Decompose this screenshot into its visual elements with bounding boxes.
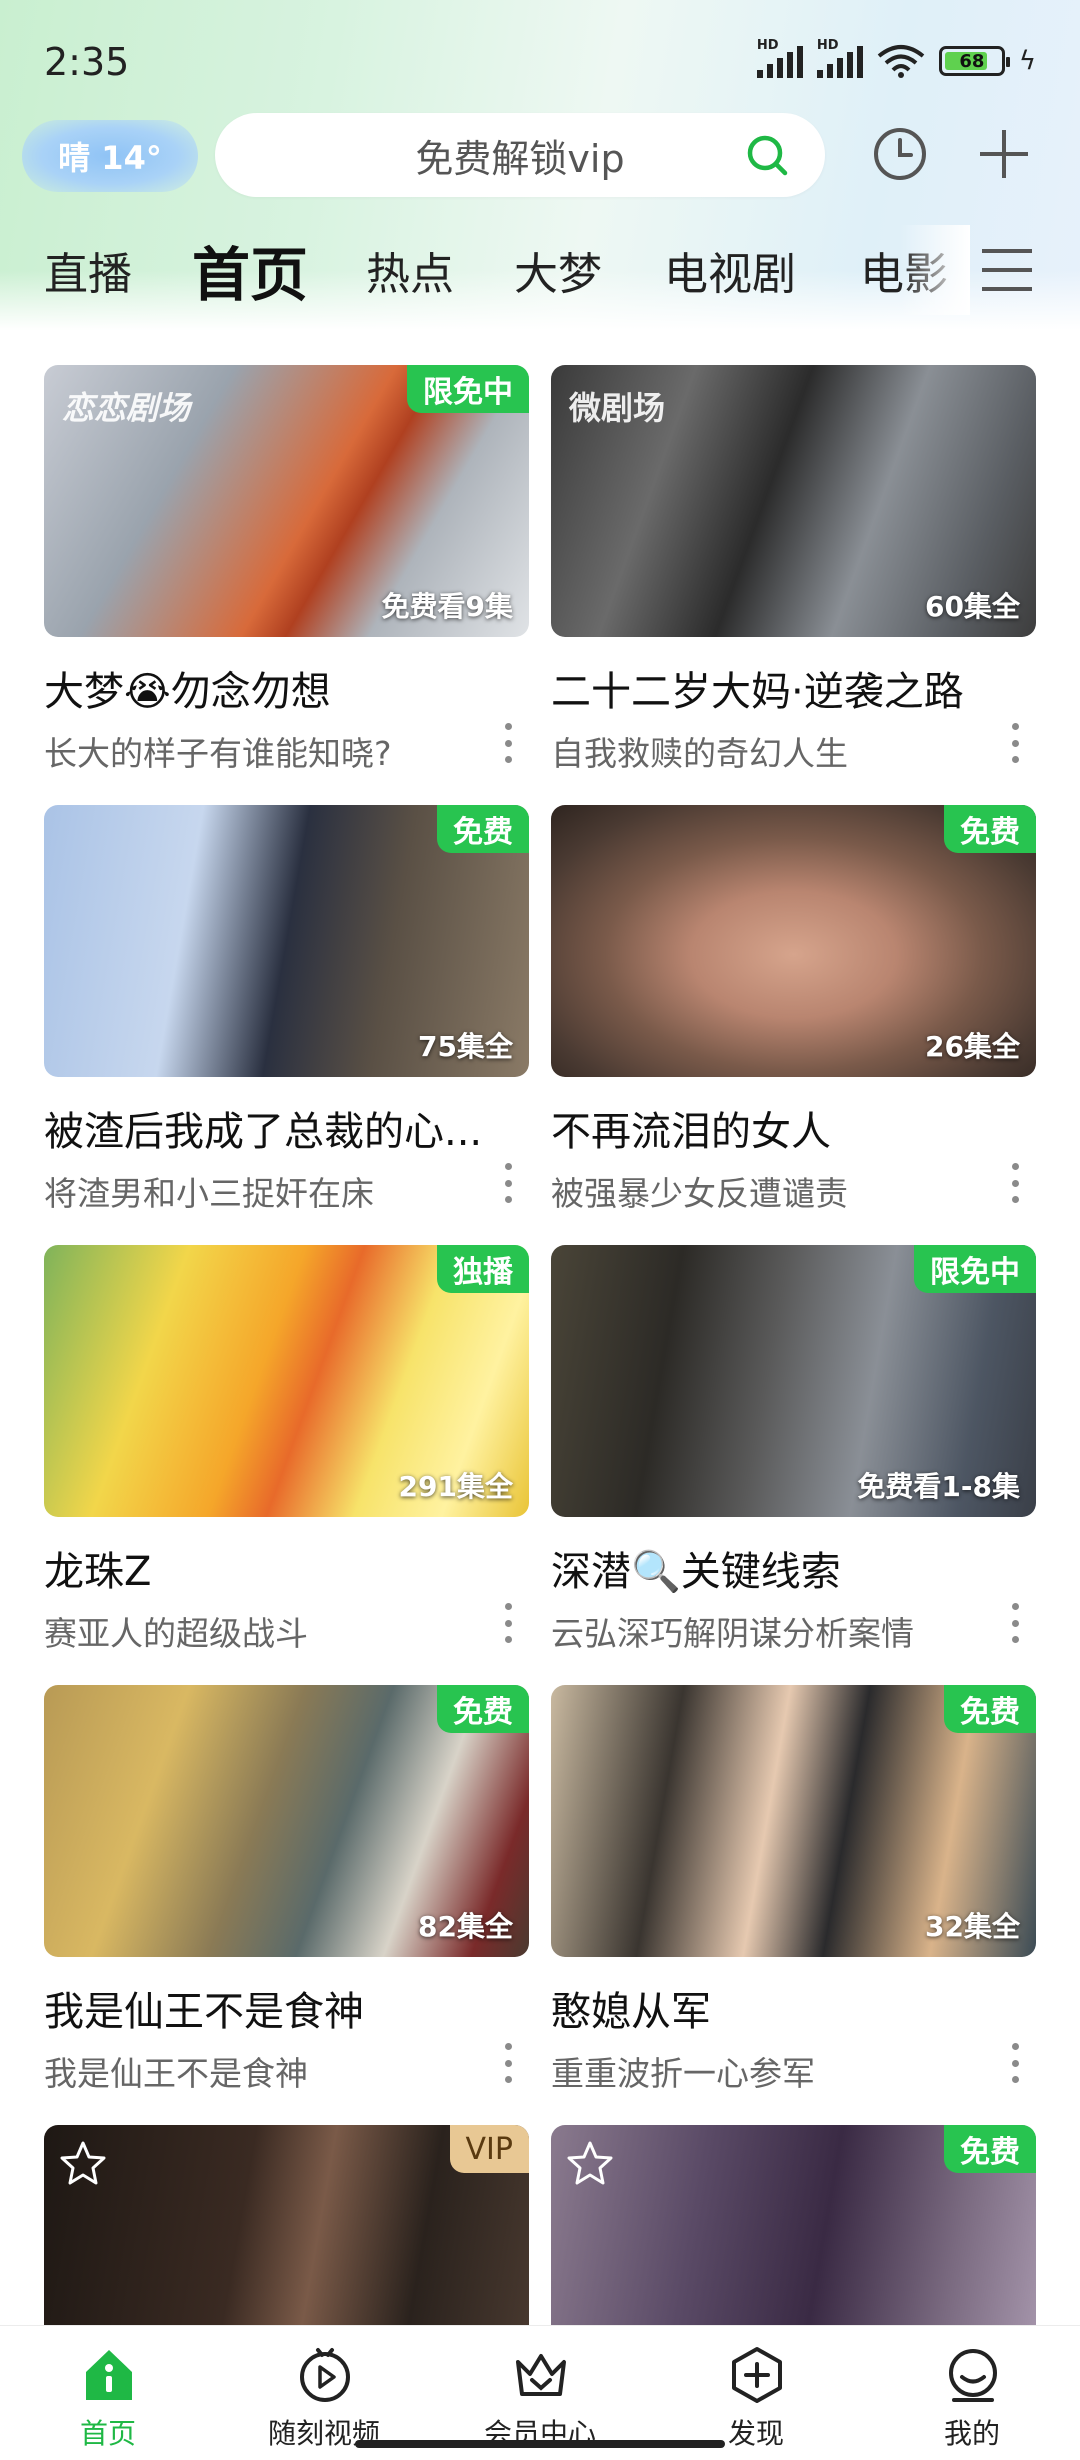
search-bar[interactable]: 免费解锁vip (215, 113, 825, 197)
video-title[interactable]: 二十二岁大妈·逆袭之路 (551, 659, 1011, 717)
episode-count: 82集全 (418, 1910, 513, 1943)
video-subtitle: 自我救赎的奇幻人生 (551, 734, 848, 773)
thumbnail-watermark: 微剧场 (569, 389, 666, 427)
status-badge: 免费 (944, 1685, 1036, 1733)
tab-hot[interactable]: 热点 (366, 225, 454, 315)
battery-icon: 68 (938, 46, 1010, 76)
video-thumbnail[interactable]: 独播 291集全 (44, 1245, 529, 1517)
status-badge: 限免中 (914, 1245, 1036, 1293)
vip-badge: VIP (449, 2125, 529, 2173)
video-thumbnail[interactable]: 限免中 免费看1-8集 (551, 1245, 1036, 1517)
episode-count: 免费看9集 (381, 590, 513, 623)
video-thumbnail[interactable]: 免费 75集全 (44, 805, 529, 1077)
nav-label: 我的 (943, 2417, 1000, 2450)
channel-menu-icon[interactable] (978, 245, 1036, 295)
video-title[interactable]: 憨媳从军 (551, 1979, 1011, 2037)
more-options-icon[interactable] (503, 723, 513, 763)
status-bar: 2:35 HD HD 68 ϟ (0, 0, 1080, 130)
video-title[interactable]: 大梦😭勿念勿想 (44, 659, 504, 717)
video-card[interactable]: 限免中 免费看1-8集 深潜🔍关键线索 云弘深巧解阴谋分析案情 (551, 1245, 1036, 1655)
search-icon[interactable] (745, 133, 789, 177)
video-title[interactable]: 我是仙王不是食神 (44, 1979, 504, 2037)
thumbnail-watermark: 恋恋剧场 (62, 389, 191, 427)
status-badge: 限免中 (407, 365, 529, 413)
video-thumbnail[interactable]: 恋恋剧场 限免中 免费看9集 (44, 365, 529, 637)
tab-live[interactable]: 直播 (44, 225, 132, 315)
more-options-icon[interactable] (503, 1603, 513, 1643)
signal-icon: HD (756, 38, 803, 78)
home-indicator (355, 2440, 725, 2448)
history-clock-icon[interactable] (872, 126, 928, 182)
video-subtitle: 将渣男和小三捉奸在床 (44, 1174, 374, 1213)
episode-count: 32集全 (925, 1910, 1020, 1943)
status-badge: 免费 (944, 2125, 1036, 2173)
video-title[interactable]: 龙珠Z (44, 1539, 504, 1597)
episode-count: 26集全 (925, 1030, 1020, 1063)
episode-count: 免费看1-8集 (857, 1470, 1020, 1503)
video-card[interactable]: 独播 291集全 龙珠Z 赛亚人的超级战斗 (44, 1245, 529, 1655)
profile-icon (949, 2349, 997, 2402)
video-card[interactable]: 免费 26集全 不再流泪的女人 被强暴少女反遭谴责 (551, 805, 1036, 1215)
video-card[interactable]: 恋恋剧场 限免中 免费看9集 大梦😭勿念勿想 长大的样子有谁能知晓? (44, 365, 529, 775)
category-tabs: 直播 首页 热点 大梦 电视剧 电影 (0, 225, 1080, 315)
tab-dream[interactable]: 大梦 (514, 225, 602, 315)
video-card[interactable]: 微剧场 60集全 二十二岁大妈·逆袭之路 自我救赎的奇幻人生 (551, 365, 1036, 775)
play-circle-icon (300, 2348, 350, 2402)
video-title[interactable]: 不再流泪的女人 (551, 1099, 1011, 1157)
status-badge: 独播 (437, 1245, 529, 1293)
more-options-icon[interactable] (503, 1163, 513, 1203)
signal-icon-2: HD (816, 38, 863, 78)
video-title[interactable]: 被渣后我成了总裁的心... (44, 1099, 504, 1157)
nav-profile[interactable]: 我的 (864, 2326, 1080, 2460)
favorite-star-icon[interactable] (565, 2139, 615, 2189)
video-card[interactable]: 免费 82集全 我是仙王不是食神 我是仙王不是食神 (44, 1685, 529, 2095)
video-thumbnail[interactable]: 免费 82集全 (44, 1685, 529, 1957)
video-thumbnail[interactable]: 微剧场 60集全 (551, 365, 1036, 637)
tab-home[interactable]: 首页 (192, 225, 308, 315)
home-icon (86, 2350, 132, 2400)
video-subtitle: 赛亚人的超级战斗 (44, 1614, 308, 1653)
episode-count: 291集全 (398, 1470, 513, 1503)
video-subtitle: 长大的样子有谁能知晓? (44, 734, 392, 773)
video-subtitle: 云弘深巧解阴谋分析案情 (551, 1614, 914, 1653)
nav-label: 首页 (79, 2417, 136, 2450)
add-plus-icon[interactable] (976, 126, 1032, 182)
video-subtitle: 我是仙王不是食神 (44, 2054, 308, 2093)
video-card[interactable]: 免费 32集全 憨媳从军 重重波折一心参军 (551, 1685, 1036, 2095)
favorite-star-icon[interactable] (58, 2139, 108, 2189)
video-card[interactable]: 免费 75集全 被渣后我成了总裁的心... 将渣男和小三捉奸在床 (44, 805, 529, 1215)
more-options-icon[interactable] (503, 2043, 513, 2083)
status-badge: 免费 (944, 805, 1036, 853)
video-thumbnail[interactable]: 免费 32集全 (551, 1685, 1036, 1957)
more-options-icon[interactable] (1010, 1603, 1020, 1643)
nav-home[interactable]: 首页 (0, 2326, 216, 2460)
charging-icon: ϟ (1018, 46, 1036, 76)
crown-icon (516, 2354, 566, 2396)
more-options-icon[interactable] (1010, 723, 1020, 763)
video-subtitle: 被强暴少女反遭谴责 (551, 1174, 848, 1213)
episode-count: 75集全 (418, 1030, 513, 1063)
episode-count: 60集全 (925, 590, 1020, 623)
status-badge: 免费 (437, 805, 529, 853)
wifi-icon (877, 45, 925, 78)
more-options-icon[interactable] (1010, 1163, 1020, 1203)
tab-tv-series[interactable]: 电视剧 (664, 225, 796, 315)
status-badge: 免费 (437, 1685, 529, 1733)
more-options-icon[interactable] (1010, 2043, 1020, 2083)
video-title[interactable]: 深潜🔍关键线索 (551, 1539, 1011, 1597)
discover-plus-icon (732, 2347, 782, 2403)
video-thumbnail[interactable]: 免费 26集全 (551, 805, 1036, 1077)
weather-badge[interactable]: 晴 14° (22, 120, 198, 192)
video-subtitle: 重重波折一心参军 (551, 2054, 815, 2093)
search-placeholder: 免费解锁vip (415, 136, 625, 181)
status-time: 2:35 (44, 40, 130, 84)
